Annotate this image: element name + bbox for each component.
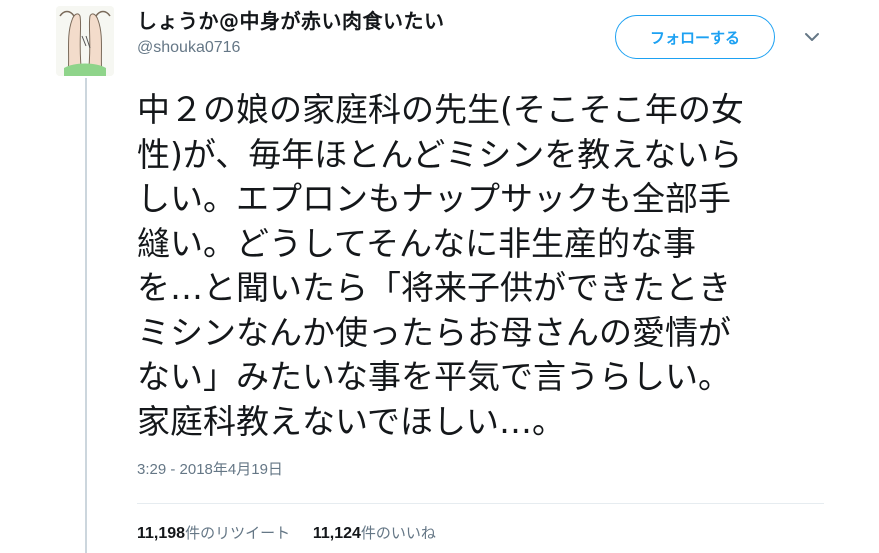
tweet-timestamp[interactable]: 3:29 - 2018年4月19日	[137, 460, 283, 480]
retweet-count: 11,198	[137, 525, 186, 542]
tweet-text-line: 性)が、毎年ほとんどミシンを教えないら	[137, 134, 743, 174]
retweet-label: 件のリツイート	[185, 524, 291, 542]
avatar[interactable]	[56, 6, 114, 76]
user-handle[interactable]: @shouka0716	[137, 38, 445, 58]
tweet-text-line: 家庭科教えないでほしい…。	[137, 401, 566, 441]
tweet-text-line: 縫い。どうしてそんなに非生産的な事	[137, 223, 697, 263]
tweet-header: しょうか@中身が赤い肉食いたい @shouka0716	[137, 8, 445, 58]
tweet-text-line: ミシンなんか使ったらお母さんの愛情が	[137, 312, 731, 352]
tweet-text-line: 中２の娘の家庭科の先生(そこそこ年の女	[137, 90, 744, 129]
follow-button[interactable]: フォローする	[615, 15, 775, 59]
tweet-stats: 11,198件のリツイート 11,124件のいいね	[137, 522, 454, 545]
retweet-stat[interactable]: 11,198件のリツイート	[137, 522, 290, 545]
tweet-text-line: しい。エプロンもナップサックも全部手	[137, 179, 731, 218]
like-count: 11,124	[312, 525, 361, 542]
display-name[interactable]: しょうか@中身が赤い肉食いたい	[137, 8, 445, 34]
avatar-illustration-icon	[56, 6, 114, 76]
thread-line	[85, 78, 87, 553]
chevron-down-icon[interactable]	[803, 28, 821, 46]
like-label: 件のいいね	[360, 524, 436, 542]
divider	[137, 503, 824, 504]
tweet-text: 中２の娘の家庭科の先生(そこそこ年の女 性)が、毎年ほとんどミシンを教えないら …	[137, 88, 837, 444]
tweet-text-line: ない」みたいな事を平気で言うらしい。	[137, 357, 731, 396]
like-stat[interactable]: 11,124件のいいね	[313, 522, 436, 545]
tweet-text-line: を…と聞いたら「将来子供ができたとき	[137, 268, 731, 307]
